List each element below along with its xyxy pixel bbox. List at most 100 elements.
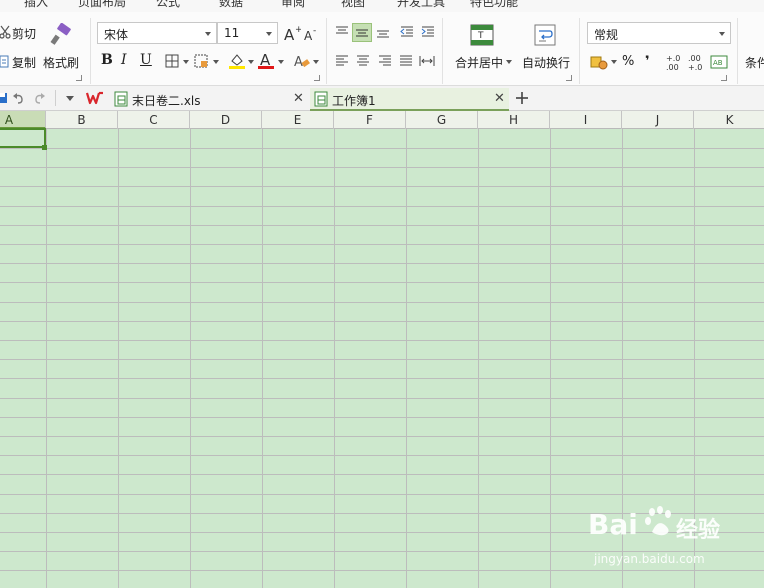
wrap-text-button[interactable]: 自动换行 (522, 54, 570, 71)
menu-tab-developer[interactable]: 开发工具 (397, 0, 445, 12)
tab-document-2[interactable]: 工作簿1 ✕ (310, 88, 509, 111)
copy-icon[interactable] (0, 54, 10, 70)
align-right-icon[interactable] (376, 53, 394, 69)
group-separator (326, 18, 327, 84)
group-separator (442, 18, 443, 84)
redo-icon[interactable] (33, 91, 47, 105)
align-middle-icon[interactable] (352, 23, 372, 42)
chevron-down-icon[interactable] (213, 60, 219, 64)
row-gridline (0, 321, 764, 322)
align-center-icon[interactable] (354, 53, 372, 69)
copy-button[interactable]: 复制 (12, 54, 36, 71)
svg-text:A: A (294, 55, 303, 70)
column-header-h[interactable]: H (478, 111, 550, 129)
column-header-i[interactable]: I (550, 111, 622, 129)
column-header-a[interactable]: A (0, 111, 46, 129)
chevron-down-icon[interactable] (278, 60, 284, 64)
justify-icon[interactable] (397, 53, 415, 69)
row-gridline (0, 225, 764, 226)
chevron-down-icon[interactable] (506, 60, 512, 64)
ribbon: 剪切 复制 格式刷 宋体 11 A + A- B I U A A T 合并居中 … (0, 12, 764, 86)
comma-button[interactable]: ❜ (645, 54, 650, 69)
svg-text:.00: .00 (688, 54, 701, 63)
font-size-select[interactable]: 11 (217, 22, 278, 44)
undo-icon[interactable] (11, 91, 25, 105)
decrease-font-icon[interactable]: A- (303, 25, 319, 43)
column-header-g[interactable]: G (406, 111, 478, 129)
format-painter-button[interactable]: 格式刷 (43, 54, 79, 71)
borders-icon[interactable] (164, 53, 180, 69)
row-gridline (0, 186, 764, 187)
new-tab-plus-icon[interactable] (513, 89, 531, 107)
column-header-d[interactable]: D (190, 111, 262, 129)
column-header-j[interactable]: J (622, 111, 694, 129)
watermark-brand: Bai (588, 508, 638, 541)
cut-button[interactable]: 剪切 (12, 25, 36, 42)
save-icon[interactable] (0, 91, 8, 105)
row-gridline (0, 494, 764, 495)
align-left-icon[interactable] (333, 53, 351, 69)
menu-tab-review[interactable]: 审阅 (281, 0, 305, 12)
chevron-down-icon[interactable] (248, 60, 254, 64)
svg-text:A: A (304, 29, 313, 42)
customize-dropdown-icon[interactable] (66, 96, 74, 101)
close-icon[interactable]: ✕ (494, 91, 505, 106)
cell-style-icon[interactable] (193, 53, 209, 69)
format-painter-icon[interactable] (48, 22, 74, 48)
chevron-down-icon (205, 32, 211, 36)
percent-button[interactable]: % (622, 54, 634, 69)
menu-tab-special[interactable]: 特色功能 (470, 0, 518, 12)
number-format-select[interactable]: 常规 (587, 22, 731, 44)
chevron-down-icon[interactable] (611, 60, 617, 64)
menu-tab-insert[interactable]: 插入 (24, 0, 48, 12)
wrap-text-icon[interactable] (533, 23, 557, 47)
distributed-align-icon[interactable] (418, 53, 436, 69)
fill-handle[interactable] (42, 145, 47, 150)
clear-format-icon[interactable]: A (293, 52, 311, 70)
decrease-decimal-icon[interactable]: .00 +.0 (686, 52, 706, 72)
active-cell-a1[interactable] (0, 128, 46, 148)
italic-button[interactable]: I (121, 52, 127, 68)
wps-logo-icon[interactable] (86, 90, 104, 106)
conditional-format-button[interactable]: 条件 (745, 54, 764, 71)
increase-indent-icon[interactable] (419, 24, 437, 40)
currency-icon[interactable] (590, 53, 608, 71)
merge-center-button[interactable]: 合并居中 (455, 54, 503, 71)
menu-tab-data[interactable]: 数据 (219, 0, 243, 12)
number-format-convert-icon[interactable]: AB (710, 54, 728, 70)
fill-color-icon[interactable] (228, 52, 246, 70)
number-format-value: 常规 (594, 28, 619, 42)
menu-tab-page-layout[interactable]: 页面布局 (78, 0, 126, 12)
number-launcher-icon[interactable] (721, 75, 727, 81)
chevron-down-icon[interactable] (183, 60, 189, 64)
bold-button[interactable]: B (101, 52, 113, 68)
scissors-icon[interactable] (0, 24, 12, 40)
column-header-e[interactable]: E (262, 111, 334, 129)
tab-document-1[interactable]: 末日卷二.xls ✕ (110, 88, 308, 111)
decrease-indent-icon[interactable] (398, 24, 416, 40)
menu-tab-formulas[interactable]: 公式 (156, 0, 180, 12)
svg-text:+: + (295, 25, 301, 35)
column-header-k[interactable]: K (694, 111, 764, 129)
increase-decimal-icon[interactable]: +.0.00 (664, 52, 684, 72)
increase-font-icon[interactable]: A + (283, 23, 301, 43)
align-bottom-icon[interactable] (374, 24, 392, 40)
chevron-down-icon[interactable] (313, 60, 319, 64)
clipboard-launcher-icon[interactable] (76, 75, 82, 81)
close-icon[interactable]: ✕ (293, 91, 304, 106)
font-color-icon[interactable]: A (258, 51, 274, 71)
font-name-select[interactable]: 宋体 (97, 22, 217, 44)
font-launcher-icon[interactable] (314, 75, 320, 81)
merge-center-icon[interactable]: T (469, 23, 495, 47)
alignment-launcher-icon[interactable] (566, 75, 572, 81)
svg-text:AB: AB (713, 59, 723, 67)
align-top-icon[interactable] (333, 24, 351, 40)
svg-text:.00: .00 (666, 63, 679, 72)
menu-tab-view[interactable]: 视图 (341, 0, 365, 12)
column-header-c[interactable]: C (118, 111, 190, 129)
underline-button[interactable]: U (140, 52, 152, 68)
column-header-b[interactable]: B (46, 111, 118, 129)
column-header-f[interactable]: F (334, 111, 406, 129)
row-gridline (0, 378, 764, 379)
group-separator (579, 18, 580, 84)
